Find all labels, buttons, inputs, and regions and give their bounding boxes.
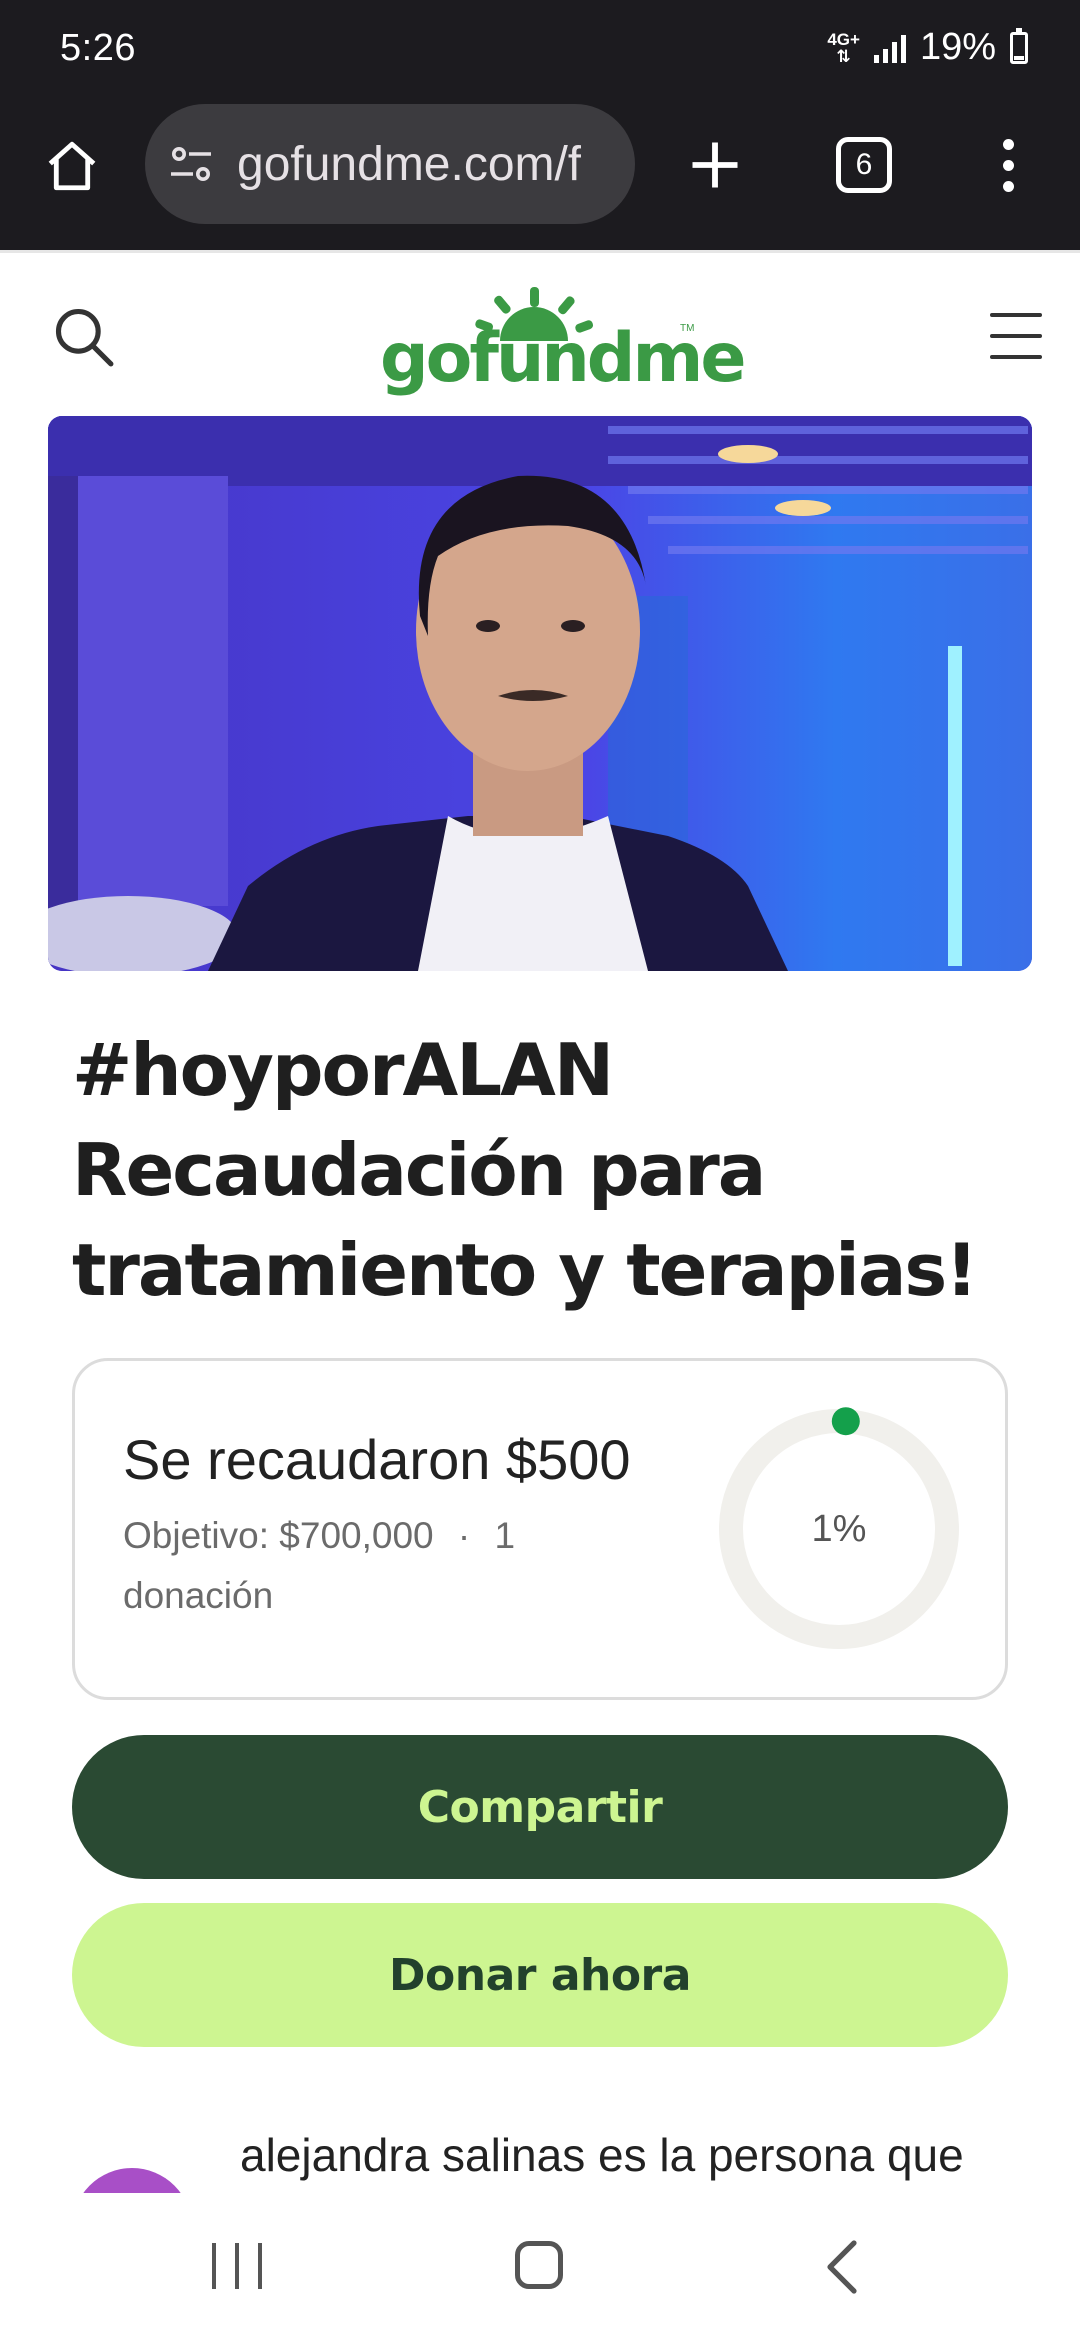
back-icon[interactable] xyxy=(820,2239,864,2295)
meta-separator: · xyxy=(457,1515,471,1556)
tabs-button[interactable]: 6 xyxy=(836,137,892,193)
site-header: gofundme TM xyxy=(0,250,1080,415)
campaign-photo xyxy=(48,416,1032,971)
url-text[interactable]: gofundme.com/f xyxy=(237,137,581,192)
goal-amount: Objetivo: $700,000 xyxy=(123,1515,434,1556)
address-bar[interactable]: gofundme.com/f xyxy=(145,104,635,224)
plus-icon xyxy=(692,142,738,188)
tune-icon[interactable] xyxy=(167,140,215,188)
amount-raised: Se recaudaron $500 xyxy=(123,1428,631,1491)
status-bar: 5:26 4G+ ⇅ 19% xyxy=(0,0,1080,100)
progress-card: Se recaudaron $500 Objetivo: $700,000 · … xyxy=(72,1358,1008,1700)
new-tab-button[interactable] xyxy=(680,130,750,200)
status-indicators: 4G+ ⇅ 19% xyxy=(827,26,1028,69)
home-icon xyxy=(48,141,96,191)
battery-icon xyxy=(1010,27,1028,64)
network-type: 4G+ ⇅ xyxy=(827,29,860,66)
donate-button[interactable]: Donar ahora xyxy=(72,1903,1008,2047)
browser-toolbar: gofundme.com/f 6 xyxy=(0,100,1080,250)
organizer-text: alejandra salinas es la persona que xyxy=(240,2129,964,2181)
home-button[interactable] xyxy=(36,130,108,202)
menu-icon[interactable] xyxy=(990,313,1042,359)
signal-icon xyxy=(873,33,906,63)
goal-and-donations: Objetivo: $700,000 · 1 donación xyxy=(123,1506,603,1626)
battery-level: 19% xyxy=(919,26,996,68)
status-time: 5:26 xyxy=(60,27,136,69)
search-icon[interactable] xyxy=(50,303,118,371)
recent-apps-icon[interactable] xyxy=(212,2243,262,2289)
campaign-title: #hoyporALAN Recaudación para tratamiento… xyxy=(72,1028,978,1312)
system-navigation-bar xyxy=(0,2193,1080,2340)
gofundme-logo[interactable]: gofundme TM xyxy=(380,283,746,398)
home-nav-icon[interactable] xyxy=(515,2241,563,2289)
trademark-mark: TM xyxy=(680,323,695,334)
share-button[interactable]: Compartir xyxy=(72,1735,1008,1879)
campaign-photo-illustration xyxy=(48,416,1032,971)
tab-count: 6 xyxy=(855,148,873,181)
progress-percent: 1% xyxy=(811,1507,867,1550)
more-vert-icon[interactable] xyxy=(978,130,1038,200)
